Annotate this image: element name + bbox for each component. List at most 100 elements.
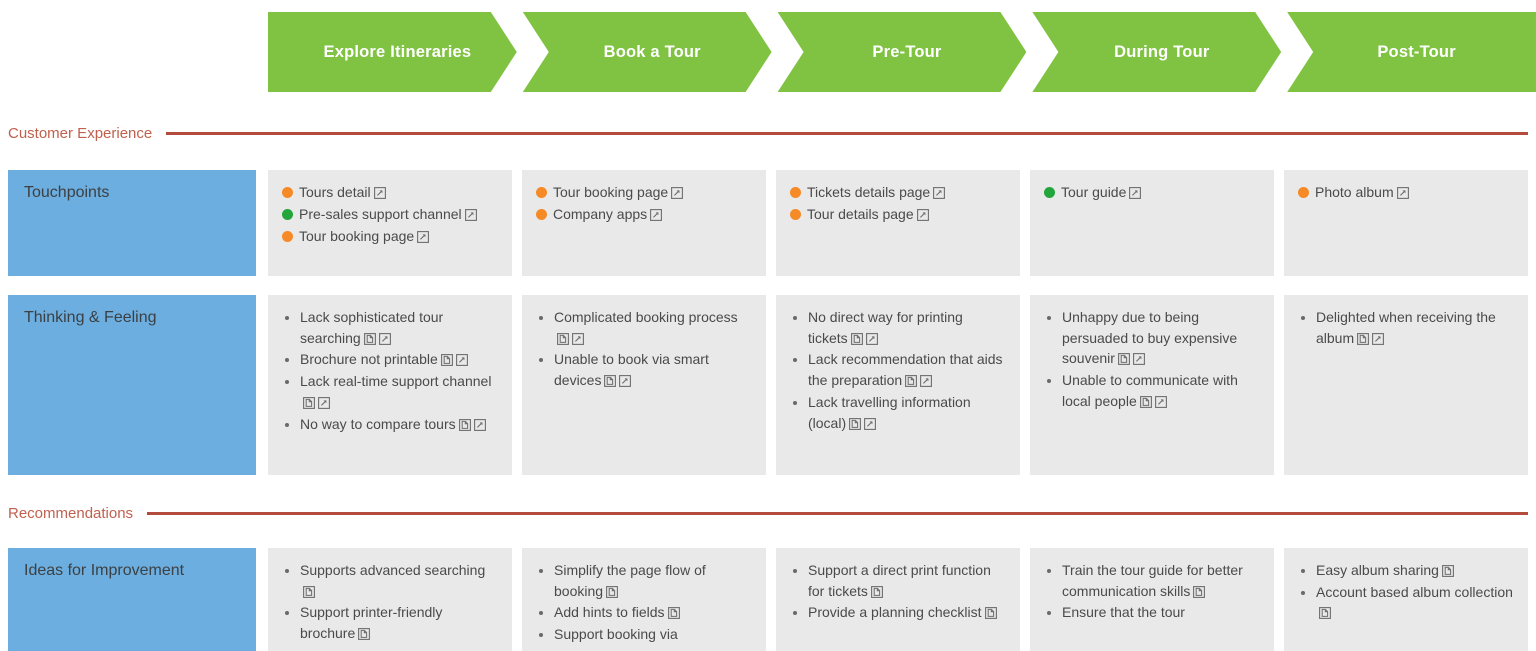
note-icon[interactable] bbox=[984, 607, 997, 620]
external-link-icon[interactable] bbox=[916, 209, 929, 221]
note-icon[interactable] bbox=[303, 585, 315, 598]
external-link-icon[interactable] bbox=[1132, 353, 1145, 366]
external-link-icon[interactable] bbox=[920, 375, 933, 388]
external-link-icon[interactable] bbox=[417, 231, 430, 243]
touchpoint-item[interactable]: Tour details page bbox=[790, 204, 1006, 225]
list-item[interactable]: Support a direct print function for tick… bbox=[808, 560, 1006, 601]
note-icon[interactable] bbox=[1357, 332, 1370, 345]
list-item-text: Simplify the page flow of booking bbox=[554, 562, 706, 599]
external-link-icon[interactable] bbox=[455, 354, 468, 367]
stage-chevron-4[interactable]: Post-Tour bbox=[1287, 12, 1536, 92]
note-icon[interactable] bbox=[458, 418, 471, 431]
bullet-list: No direct way for printing ticketsLack r… bbox=[790, 307, 1006, 433]
note-icon[interactable] bbox=[358, 628, 371, 641]
journey-stage-bar: Explore Itineraries Book a Tour Pre-Tour Du… bbox=[268, 12, 1536, 92]
touchpoint-item[interactable]: Company apps bbox=[536, 204, 752, 225]
stage-chevron-2[interactable]: Pre-Tour bbox=[778, 12, 1027, 92]
note-icon[interactable] bbox=[905, 375, 918, 388]
list-item[interactable]: Unable to communicate with local people bbox=[1062, 370, 1260, 411]
list-item[interactable]: Support booking via bbox=[554, 624, 752, 645]
list-item[interactable]: Train the tour guide for better communic… bbox=[1062, 560, 1260, 601]
external-link-icon[interactable] bbox=[864, 417, 877, 430]
list-item[interactable]: Unable to book via smart devices bbox=[554, 349, 752, 390]
cell-r1-c4: Delighted when receiving the album bbox=[1284, 295, 1528, 475]
bullet-list: Easy album sharing Account based album co… bbox=[1298, 560, 1514, 623]
list-item[interactable]: Delighted when receiving the album bbox=[1316, 307, 1514, 348]
note-icon[interactable] bbox=[870, 585, 883, 598]
stage-chevron-0[interactable]: Explore Itineraries bbox=[268, 12, 517, 92]
list-item[interactable]: Unhappy due to being persuaded to buy ex… bbox=[1062, 307, 1260, 369]
note-icon[interactable] bbox=[1193, 585, 1206, 598]
note-icon[interactable] bbox=[1442, 565, 1454, 577]
touchpoint-text: Photo album bbox=[1315, 184, 1394, 200]
touchpoint-item[interactable]: Tour booking page bbox=[536, 182, 752, 203]
section-label: Recommendations bbox=[8, 504, 134, 522]
list-item[interactable]: Brochure not printable bbox=[300, 349, 498, 370]
touchpoint-item[interactable]: Tour guide bbox=[1044, 182, 1260, 203]
bullet-list: Support a direct print function for tick… bbox=[790, 560, 1006, 623]
external-link-icon[interactable] bbox=[1154, 395, 1167, 408]
list-item[interactable]: Lack sophisticated tour searching bbox=[300, 307, 498, 348]
note-icon[interactable] bbox=[440, 354, 453, 367]
external-link-icon[interactable] bbox=[865, 332, 878, 345]
external-link-icon[interactable] bbox=[1396, 187, 1409, 199]
touchpoint-item[interactable]: Photo album bbox=[1298, 182, 1514, 203]
external-link-icon[interactable] bbox=[378, 332, 391, 345]
note-icon[interactable] bbox=[557, 332, 569, 345]
list-item[interactable]: Supports advanced searching bbox=[300, 560, 498, 601]
status-dot-orange-icon bbox=[1298, 187, 1309, 198]
list-item-text: Ensure that the tour bbox=[1062, 604, 1185, 621]
list-item[interactable]: Lack travelling information (local) bbox=[808, 392, 1006, 433]
list-item-text: Lack travelling information (local) bbox=[808, 393, 971, 431]
note-icon[interactable] bbox=[1139, 395, 1152, 408]
list-item[interactable]: Add hints to fields bbox=[554, 602, 752, 623]
note-icon[interactable] bbox=[849, 417, 862, 430]
list-item-text: Provide a planning checklist bbox=[808, 604, 982, 621]
section-divider-customer-experience: Customer Experience bbox=[8, 122, 1528, 144]
touchpoint-item[interactable]: Tour booking page bbox=[282, 226, 498, 247]
touchpoint-list: Tour booking page Company apps bbox=[536, 182, 752, 225]
external-link-icon[interactable] bbox=[318, 396, 330, 409]
stage-chevron-1[interactable]: Book a Tour bbox=[523, 12, 772, 92]
touchpoint-item[interactable]: Tickets details page bbox=[790, 182, 1006, 203]
external-link-icon[interactable] bbox=[619, 375, 632, 388]
external-link-icon[interactable] bbox=[373, 187, 386, 199]
external-link-icon[interactable] bbox=[671, 187, 684, 199]
cell-r2-c3: Train the tour guide for better communic… bbox=[1030, 548, 1274, 651]
list-item[interactable]: No way to compare tours bbox=[300, 414, 498, 435]
list-item[interactable]: Support printer-friendly brochure bbox=[300, 602, 498, 643]
list-item[interactable]: Provide a planning checklist bbox=[808, 602, 1006, 623]
note-icon[interactable] bbox=[363, 332, 376, 345]
note-icon[interactable] bbox=[667, 607, 680, 620]
note-icon[interactable] bbox=[606, 585, 618, 598]
external-link-icon[interactable] bbox=[1372, 332, 1385, 345]
touchpoint-text: Pre-sales support channel bbox=[299, 206, 462, 222]
touchpoint-item[interactable]: Pre-sales support channel bbox=[282, 204, 498, 225]
list-item[interactable]: Complicated booking process bbox=[554, 307, 752, 348]
list-item[interactable]: Lack recommendation that aids the prepar… bbox=[808, 349, 1006, 390]
list-item[interactable]: Account based album collection bbox=[1316, 582, 1514, 623]
list-item-text: Support a direct print function for tick… bbox=[808, 562, 991, 599]
note-icon[interactable] bbox=[1117, 353, 1130, 366]
external-link-icon[interactable] bbox=[473, 418, 486, 431]
list-item[interactable]: Ensure that the tour bbox=[1062, 602, 1260, 623]
external-link-icon[interactable] bbox=[572, 332, 584, 345]
external-link-icon[interactable] bbox=[933, 187, 946, 199]
stage-chevron-3[interactable]: During Tour bbox=[1032, 12, 1281, 92]
list-item[interactable]: Lack real-time support channel bbox=[300, 371, 498, 412]
note-icon[interactable] bbox=[850, 332, 863, 345]
note-icon[interactable] bbox=[604, 375, 617, 388]
status-dot-green-icon bbox=[282, 209, 293, 220]
external-link-icon[interactable] bbox=[464, 209, 477, 221]
cell-r0-c1: Tour booking page Company apps bbox=[522, 170, 766, 276]
list-item[interactable]: Easy album sharing bbox=[1316, 560, 1514, 581]
touchpoint-item[interactable]: Tours detail bbox=[282, 182, 498, 203]
note-icon[interactable] bbox=[303, 396, 315, 409]
list-item[interactable]: No direct way for printing tickets bbox=[808, 307, 1006, 348]
list-item-text: Supports advanced searching bbox=[300, 562, 486, 578]
list-item[interactable]: Simplify the page flow of booking bbox=[554, 560, 752, 601]
note-icon[interactable] bbox=[1319, 607, 1331, 620]
external-link-icon[interactable] bbox=[1129, 187, 1142, 199]
external-link-icon[interactable] bbox=[650, 209, 663, 221]
list-item-text: Lack real-time support channel bbox=[300, 373, 492, 390]
